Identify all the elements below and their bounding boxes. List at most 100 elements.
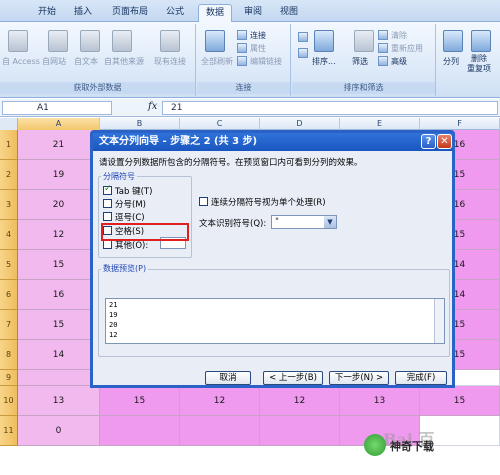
row-header[interactable]: 4	[0, 220, 18, 250]
grid-cell[interactable]: 16	[18, 280, 100, 310]
column-header-e[interactable]: E	[340, 118, 420, 130]
comma-checkbox[interactable]	[103, 212, 112, 221]
group-sort-filter: 排序... 筛选 清除 重新应用 高级 排序和筛选	[292, 24, 436, 96]
grid-cell[interactable]: 12	[18, 220, 100, 250]
other-label: 其他(O):	[115, 241, 149, 251]
column-header-a[interactable]: A	[18, 118, 100, 130]
grid-cell[interactable]: 0	[18, 416, 100, 446]
consecutive-checkbox[interactable]	[199, 197, 208, 206]
column-header-b[interactable]: B	[100, 118, 180, 130]
sort-button[interactable]: 排序...	[312, 56, 336, 67]
sort-ascending-icon[interactable]	[298, 32, 308, 42]
clear-button[interactable]: 清除	[391, 30, 407, 41]
filter-funnel-icon	[354, 30, 374, 52]
grid-cell[interactable]: 15	[18, 310, 100, 340]
data-preview-box[interactable]: 21 19 20 12	[105, 298, 445, 344]
refresh-icon	[205, 30, 225, 52]
column-header-f[interactable]: F	[420, 118, 500, 130]
text-qualifier-label: 文本识别符号(Q):	[199, 219, 267, 229]
filter-button[interactable]: 筛选	[352, 56, 368, 67]
delimiter-comma[interactable]: 逗号(C)	[103, 211, 145, 223]
sort-descending-icon[interactable]	[298, 48, 308, 58]
from-access-button[interactable]: 自 Access	[2, 56, 40, 67]
row-header[interactable]: 7	[0, 310, 18, 340]
row-header[interactable]: 6	[0, 280, 18, 310]
back-button[interactable]: < 上一步(B)	[263, 371, 323, 385]
group-connections: 全部刷新 连接 属性 编辑链接 连接	[197, 24, 291, 96]
select-all-corner[interactable]	[0, 118, 18, 130]
remove-duplicates-button[interactable]: 删除 重复项	[467, 54, 491, 74]
finish-button[interactable]: 完成(F)	[395, 371, 447, 385]
semicolon-checkbox[interactable]	[103, 199, 112, 208]
properties-button[interactable]: 属性	[250, 43, 266, 54]
existing-connections-button[interactable]: 现有连接	[154, 56, 186, 67]
text-to-columns-button[interactable]: 分列	[443, 56, 459, 67]
row-header[interactable]: 10	[0, 386, 18, 416]
tab-view[interactable]: 视图	[272, 4, 306, 22]
grid-cell[interactable]: 13	[18, 386, 100, 416]
preview-scrollbar[interactable]	[434, 299, 444, 343]
row-header[interactable]: 8	[0, 340, 18, 370]
grid-cell[interactable]: 15	[18, 250, 100, 280]
grid-cell[interactable]: 13	[340, 386, 420, 416]
tab-review[interactable]: 审阅	[236, 4, 270, 22]
chevron-down-icon[interactable]: ▼	[324, 216, 336, 228]
column-header-d[interactable]: D	[260, 118, 340, 130]
row-header[interactable]: 9	[0, 370, 18, 386]
grid-cell[interactable]: 21	[18, 130, 100, 160]
connections-button[interactable]: 连接	[250, 30, 266, 41]
consecutive-delimiters-option[interactable]: 连续分隔符号视为单个处理(R)	[199, 196, 326, 208]
tab-insert[interactable]: 插入	[66, 4, 100, 22]
group-external-data: 自 Access 自网站 自文本 自其他来源 现有连接 获取外部数据	[0, 24, 196, 96]
formula-input[interactable]: 21	[162, 101, 498, 115]
insert-function-icon[interactable]: fx	[148, 101, 157, 112]
from-web-button[interactable]: 自网站	[42, 56, 66, 67]
close-button[interactable]: ✕	[437, 134, 452, 149]
tab-page-layout[interactable]: 页面布局	[104, 4, 156, 22]
edit-links-button[interactable]: 编辑链接	[250, 56, 282, 67]
reapply-button[interactable]: 重新应用	[391, 43, 423, 54]
row-header[interactable]: 2	[0, 160, 18, 190]
refresh-all-button[interactable]: 全部刷新	[201, 56, 233, 67]
advanced-button[interactable]: 高级	[391, 56, 407, 67]
grid-cell[interactable]	[100, 416, 180, 446]
from-other-sources-button[interactable]: 自其他来源	[104, 56, 144, 67]
name-box[interactable]: A1	[2, 101, 112, 115]
connections-icon	[237, 30, 247, 40]
other-sources-icon	[112, 30, 132, 52]
clear-filter-icon	[378, 30, 388, 40]
grid-cell[interactable]: 15	[420, 386, 500, 416]
preview-line: 20	[109, 321, 118, 329]
tab-home[interactable]: 开始	[30, 4, 64, 22]
grid-cell[interactable]: 15	[100, 386, 180, 416]
grid-cell[interactable]: 20	[18, 190, 100, 220]
from-text-button[interactable]: 自文本	[74, 56, 98, 67]
tab-data[interactable]: 数据	[198, 4, 232, 22]
next-button[interactable]: 下一步(N) >	[329, 371, 389, 385]
delimiter-semicolon[interactable]: 分号(M)	[103, 198, 146, 210]
row-header[interactable]: 3	[0, 190, 18, 220]
row-header[interactable]: 11	[0, 416, 18, 446]
grid-cell[interactable]	[260, 416, 340, 446]
delimiter-tab[interactable]: Tab 键(T)	[103, 184, 153, 197]
comma-label: 逗号(C)	[115, 213, 145, 223]
row-header[interactable]: 5	[0, 250, 18, 280]
other-checkbox[interactable]	[103, 240, 112, 249]
row-header[interactable]: 1	[0, 130, 18, 160]
preview-line: 12	[109, 331, 118, 339]
grid-cell[interactable]: 14	[18, 340, 100, 370]
help-button[interactable]: ?	[421, 134, 436, 149]
ribbon: 自 Access 自网站 自文本 自其他来源 现有连接 获取外部数据 全部刷新 …	[0, 22, 500, 98]
grid-cell[interactable]	[18, 370, 100, 386]
tab-checkbox[interactable]	[103, 184, 112, 195]
tab-label: Tab 键(T)	[115, 187, 153, 197]
cancel-button[interactable]: 取消	[205, 371, 251, 385]
grid-cell[interactable]: 12	[180, 386, 260, 416]
grid-cell[interactable]	[180, 416, 260, 446]
tab-formulas[interactable]: 公式	[158, 4, 192, 22]
grid-cell[interactable]: 12	[260, 386, 340, 416]
column-header-c[interactable]: C	[180, 118, 260, 130]
reapply-icon	[378, 43, 388, 53]
grid-cell[interactable]: 19	[18, 160, 100, 190]
text-qualifier-select[interactable]: " ▼	[271, 215, 337, 229]
